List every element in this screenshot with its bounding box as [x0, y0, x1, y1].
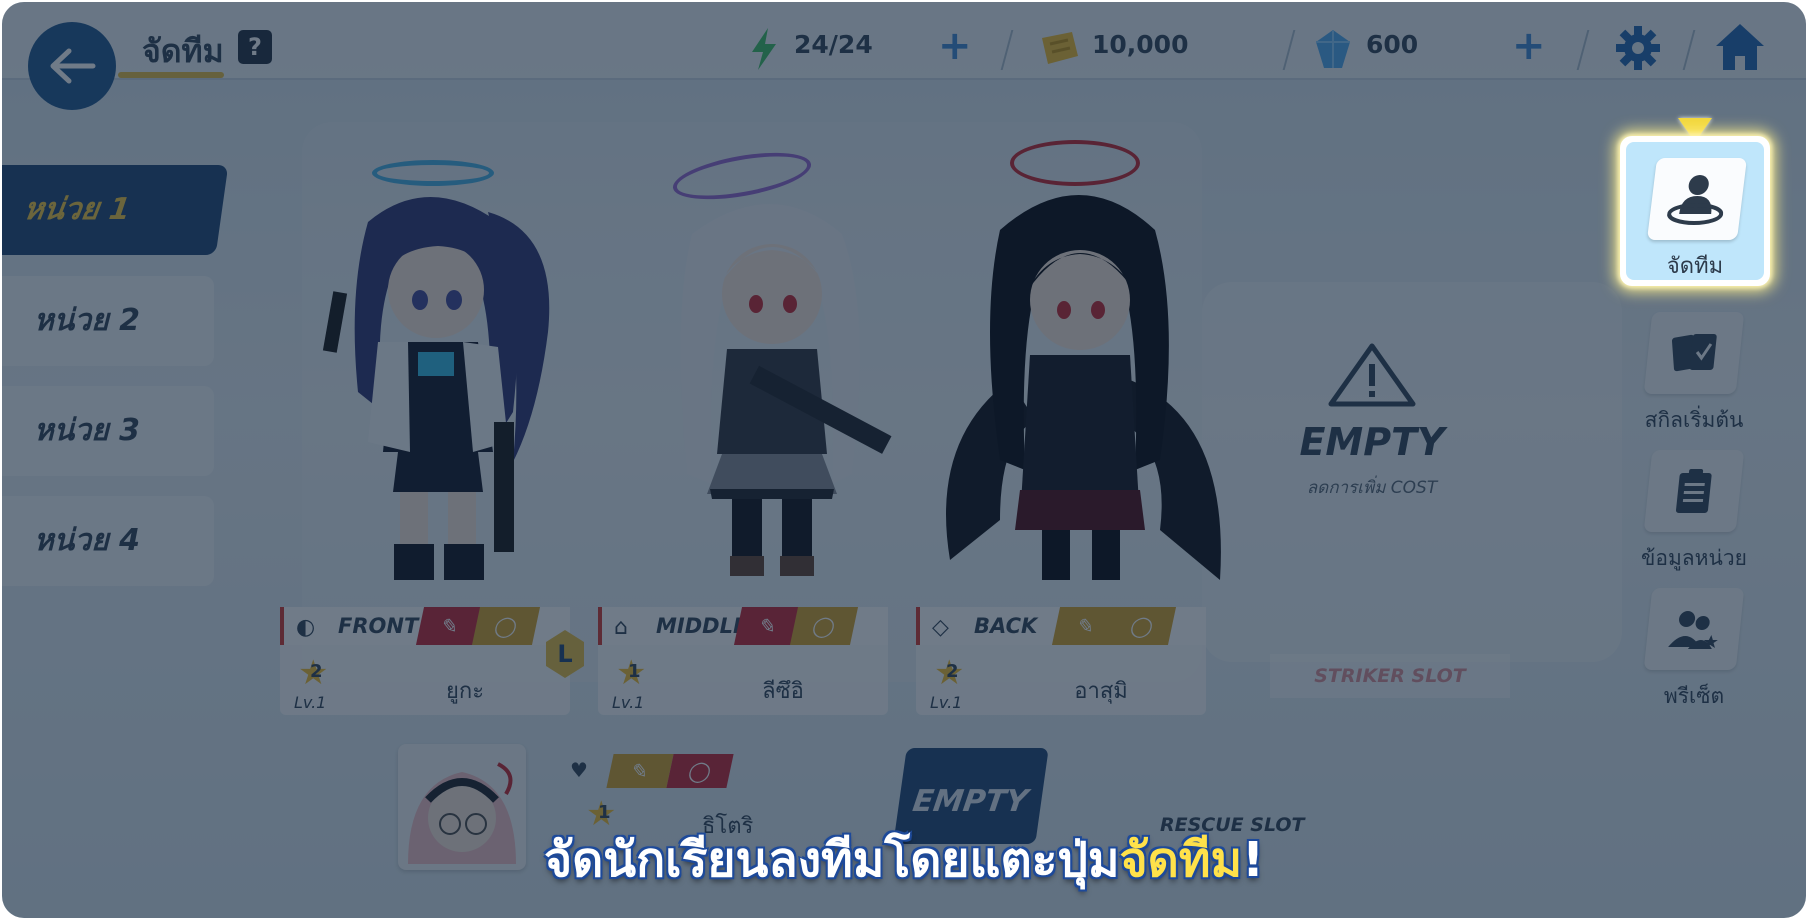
- character-name: อาสุมิ: [1074, 679, 1128, 704]
- preset-users-icon: [1668, 611, 1718, 649]
- tab-unit-2[interactable]: หน่วย 2: [2, 276, 214, 366]
- game-screen: จัดทีม ? 24/24 + 10,000 600 + หน่วย 1 หน…: [2, 2, 1806, 918]
- credit-ticket-icon: [1042, 32, 1078, 64]
- character-sprite: [680, 204, 892, 576]
- halo: [372, 160, 494, 186]
- level-label: Lv.1: [930, 693, 963, 712]
- level-label: Lv.1: [612, 693, 645, 712]
- clipboard-icon: [1675, 469, 1712, 513]
- caption-suffix: !: [1242, 832, 1264, 888]
- tab-unit-4[interactable]: หน่วย 4: [2, 496, 214, 586]
- menu-label: ข้อมูลหน่วย: [1641, 546, 1747, 570]
- skill-cards-icon: [1671, 334, 1717, 372]
- level-label: Lv.1: [294, 693, 327, 712]
- ap-plus-button[interactable]: +: [938, 26, 972, 66]
- armor-type-chip: ◯: [471, 607, 541, 645]
- home-icon[interactable]: [1714, 22, 1766, 72]
- armor-type-chip: ◯: [1107, 607, 1177, 645]
- preset-button[interactable]: พรีเซ็ต: [1624, 588, 1764, 713]
- team-formation-button[interactable]: จัดทีม: [1620, 136, 1770, 286]
- character-name: ยูกะ: [445, 679, 485, 704]
- back-arrow-icon: [50, 48, 96, 84]
- crosshair-position-icon: ◇: [932, 615, 949, 640]
- star-count: 2: [310, 661, 323, 682]
- caption-text: จัดนักเรียนลงทีมโดยแตะปุ่ม: [544, 832, 1120, 888]
- character-sprite: [322, 197, 550, 580]
- starting-skill-button[interactable]: สกิลเริ่มต้น: [1624, 312, 1764, 437]
- striker-slot-label: STRIKER SLOT: [1270, 654, 1510, 698]
- shield-position-icon: ◐: [296, 615, 316, 640]
- middle-position-icon: ⌂: [614, 615, 628, 640]
- character-asuna[interactable]: [930, 120, 1230, 600]
- star-count: 1: [598, 802, 611, 823]
- character-noa[interactable]: [632, 144, 912, 594]
- tab-unit-1[interactable]: หน่วย 1: [2, 165, 229, 255]
- gear-icon[interactable]: [1614, 24, 1662, 72]
- halo: [1010, 140, 1140, 186]
- ap-counter: 24/24: [794, 30, 873, 59]
- empty-striker-slot[interactable]: EMPTY ลดการเพิ่ม COST: [1272, 342, 1472, 501]
- credits-counter: 10,000: [1092, 30, 1189, 59]
- pyroxene-plus-button[interactable]: +: [1512, 26, 1546, 66]
- lightning-icon: [752, 28, 776, 70]
- character-yuka[interactable]: [298, 152, 578, 592]
- tab-unit-3[interactable]: หน่วย 3: [2, 386, 214, 476]
- warning-icon: [1328, 343, 1416, 407]
- character-sprite: [946, 195, 1221, 580]
- menu-label: สกิลเริ่มต้น: [1644, 408, 1744, 432]
- empty-label: EMPTY: [1299, 420, 1445, 464]
- member-card-middle[interactable]: MIDDLE ⌂ ✎ ◯ ★ 1 Lv.1 ลีซึอิ: [598, 607, 888, 715]
- member-card-front[interactable]: FRONT ◐ ✎ ◯ ★ 2 Lv.1 ยูกะ: [280, 607, 570, 715]
- attack-type-chip: ✎: [606, 754, 674, 788]
- team-member-icon: [1667, 175, 1724, 225]
- heart-icon: ♥: [570, 758, 588, 782]
- armor-type-chip: ◯: [666, 754, 734, 788]
- tutorial-caption: จัดนักเรียนลงทีมโดยแตะปุ่มจัดทีม!: [2, 822, 1806, 898]
- pyroxene-counter: 600: [1366, 30, 1419, 59]
- back-button[interactable]: [28, 22, 116, 110]
- unit-info-button[interactable]: ข้อมูลหน่วย: [1624, 450, 1764, 575]
- title-underline: [118, 72, 224, 78]
- caption-highlight: จัดทีม: [1119, 832, 1243, 888]
- empty-subtitle: ลดการเพิ่ม COST: [1306, 478, 1438, 498]
- team-formation-label: จัดทีม: [1666, 254, 1724, 279]
- menu-label: พรีเซ็ต: [1663, 684, 1725, 708]
- armor-type-chip: ◯: [789, 607, 859, 645]
- question-icon[interactable]: ?: [238, 30, 272, 64]
- pyroxene-gem-icon: [1316, 30, 1350, 68]
- page-title: จัดทีม: [142, 32, 224, 70]
- star-count: 2: [946, 661, 959, 682]
- member-card-back[interactable]: BACK ◇ ✎ ◯ ★ 2 Lv.1 อาสุมิ: [916, 607, 1206, 715]
- support-type-bar: ♥ ✎ ◯: [564, 754, 746, 788]
- star-count: 1: [628, 661, 641, 682]
- character-name: ลีซึอิ: [762, 679, 804, 704]
